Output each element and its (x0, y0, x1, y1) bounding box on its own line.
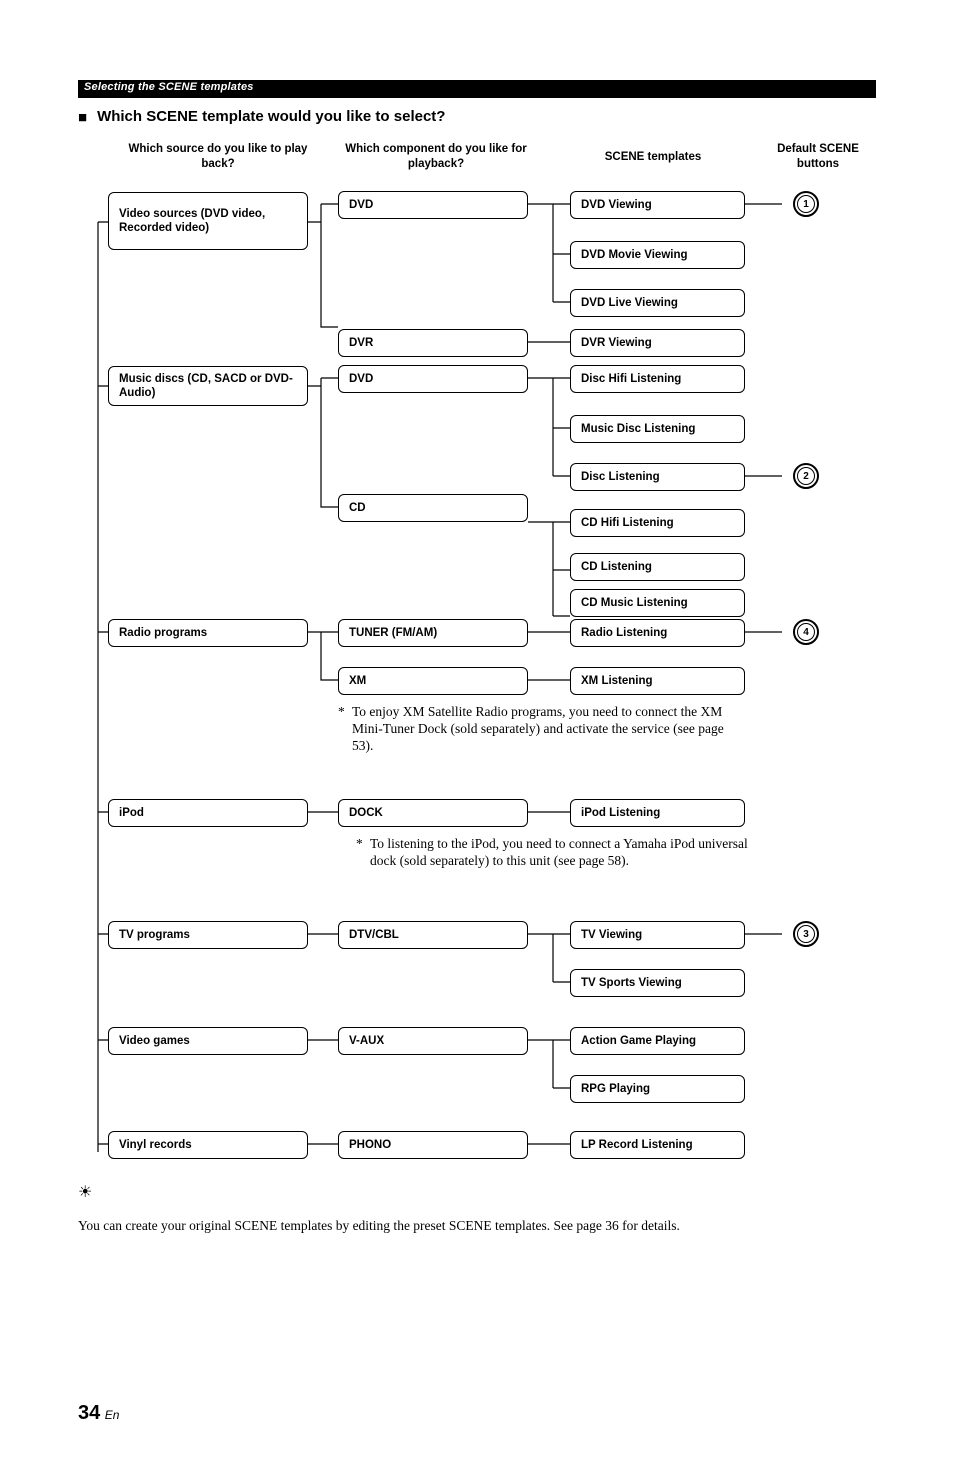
asterisk-icon: * (338, 704, 352, 721)
comp-dtv: DTV/CBL (338, 921, 528, 949)
col-head-buttons: Default SCENE buttons (758, 142, 878, 172)
tmpl-disclisten: Disc Listening (570, 463, 745, 491)
source-music: Music discs (CD, SACD or DVD-Audio) (108, 366, 308, 406)
page-number-val: 34 (78, 1402, 100, 1424)
tmpl-ipodlisten: iPod Listening (570, 799, 745, 827)
tip-section: ☀ You can create your original SCENE tem… (78, 1182, 876, 1234)
comp-phono: PHONO (338, 1131, 528, 1159)
square-bullet-icon: ■ (78, 109, 87, 126)
source-tv: TV programs (108, 921, 308, 949)
tmpl-tvview: TV Viewing (570, 921, 745, 949)
tmpl-dvdmovie: DVD Movie Viewing (570, 241, 745, 269)
source-games: Video games (108, 1027, 308, 1055)
tmpl-action: Action Game Playing (570, 1027, 745, 1055)
source-radio: Radio programs (108, 619, 308, 647)
tmpl-lprecord: LP Record Listening (570, 1131, 745, 1159)
comp-dvr: DVR (338, 329, 528, 357)
note-xm-text: To enjoy XM Satellite Radio programs, yo… (352, 704, 742, 755)
footer-text: You can create your original SCENE templ… (78, 1218, 876, 1234)
col-head-component: Which component do you like for playback… (336, 142, 536, 172)
header-bar: Selecting the SCENE templates (78, 80, 876, 98)
page-number: 34 En (78, 1402, 119, 1425)
tmpl-cdhifi: CD Hifi Listening (570, 509, 745, 537)
comp-tuner: TUNER (FM/AM) (338, 619, 528, 647)
note-ipod: *To listening to the iPod, you need to c… (356, 836, 776, 870)
comp-dvd1: DVD (338, 191, 528, 219)
scene-button-4-num: 4 (797, 623, 815, 641)
main-title: ■ Which SCENE template would you like to … (78, 108, 876, 126)
comp-vaux: V-AUX (338, 1027, 528, 1055)
scene-button-4: 4 (793, 619, 819, 645)
scene-button-2-num: 2 (797, 467, 815, 485)
source-video: Video sources (DVD video, Recorded video… (108, 192, 308, 250)
tmpl-tvsports: TV Sports Viewing (570, 969, 745, 997)
asterisk-icon: * (356, 836, 370, 853)
tmpl-xmlisten: XM Listening (570, 667, 745, 695)
scene-button-3-num: 3 (797, 925, 815, 943)
tmpl-rpg: RPG Playing (570, 1075, 745, 1103)
main-title-text: Which SCENE template would you like to s… (97, 108, 445, 125)
tmpl-radiolisten: Radio Listening (570, 619, 745, 647)
tmpl-dvdlive: DVD Live Viewing (570, 289, 745, 317)
scene-button-1-num: 1 (797, 195, 815, 213)
connector-lines (78, 142, 878, 1182)
source-vinyl: Vinyl records (108, 1131, 308, 1159)
tmpl-dischifi: Disc Hifi Listening (570, 365, 745, 393)
scene-diagram: Which source do you like to play back? W… (78, 142, 876, 1182)
page-number-lang: En (105, 1408, 120, 1422)
col-head-templates: SCENE templates (568, 150, 738, 165)
scene-button-1: 1 (793, 191, 819, 217)
tip-icon: ☀ (78, 1182, 92, 1202)
tmpl-dvdview: DVD Viewing (570, 191, 745, 219)
scene-button-2: 2 (793, 463, 819, 489)
note-xm: *To enjoy XM Satellite Radio programs, y… (338, 704, 758, 755)
tmpl-musicdisc: Music Disc Listening (570, 415, 745, 443)
source-ipod: iPod (108, 799, 308, 827)
header-bar-text: Selecting the SCENE templates (84, 81, 254, 93)
tmpl-cdlisten: CD Listening (570, 553, 745, 581)
comp-xm: XM (338, 667, 528, 695)
comp-dock: DOCK (338, 799, 528, 827)
col-head-source: Which source do you like to play back? (118, 142, 318, 172)
tmpl-dvrview: DVR Viewing (570, 329, 745, 357)
comp-dvd2: DVD (338, 365, 528, 393)
comp-cd: CD (338, 494, 528, 522)
note-ipod-text: To listening to the iPod, you need to co… (370, 836, 760, 870)
tmpl-cdmusic: CD Music Listening (570, 589, 745, 617)
scene-button-3: 3 (793, 921, 819, 947)
